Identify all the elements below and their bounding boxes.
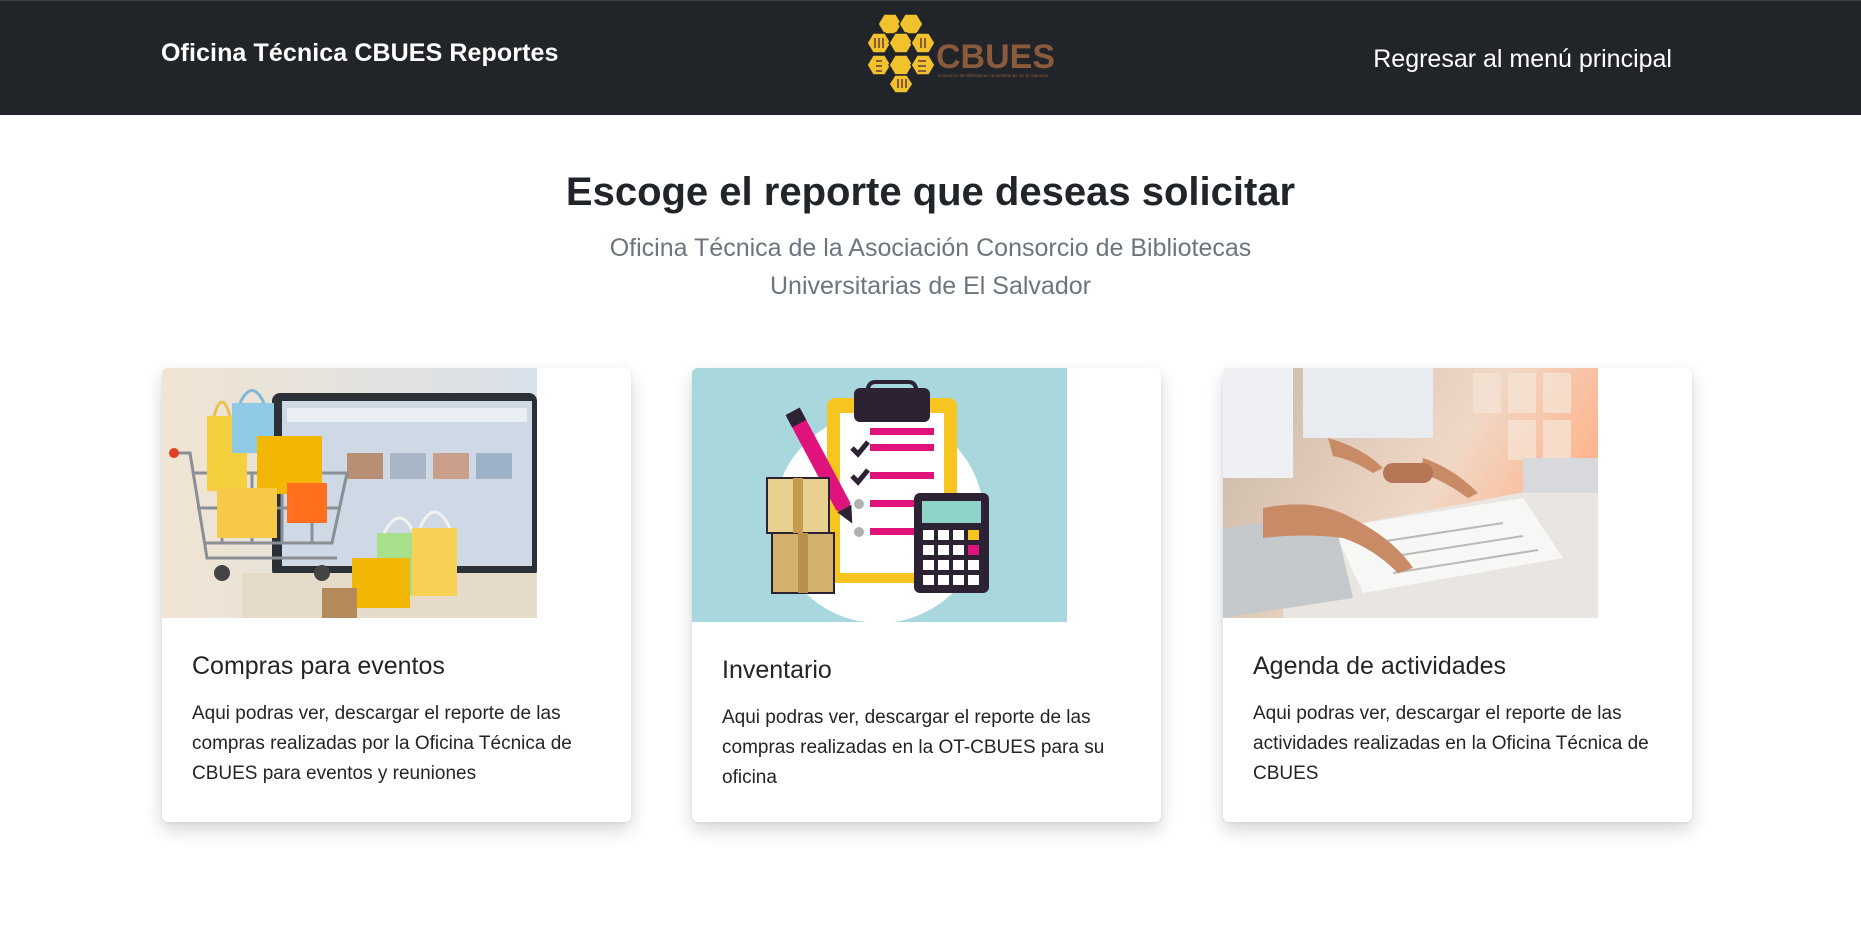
office-meeting-image	[1223, 368, 1598, 618]
report-card-inventario[interactable]: Inventario Aqui podras ver, descargar el…	[692, 368, 1161, 822]
logo-subtext: Consorcio de Bibliotecas Universitarias …	[938, 73, 1049, 78]
page-title: Escoge el reporte que deseas solicitar	[565, 170, 1296, 214]
report-card-compras[interactable]: Compras para eventos Aqui podras ver, de…	[162, 368, 631, 822]
clipboard-inventory-image	[692, 368, 1067, 622]
report-card-agenda[interactable]: Agenda de actividades Aqui podras ver, d…	[1223, 368, 1692, 822]
card-title: Compras para eventos	[192, 652, 445, 680]
card-text: Aqui podras ver, descargar el reporte de…	[722, 707, 1105, 788]
report-cards: Compras para eventos Aqui podras ver, de…	[162, 368, 1692, 822]
cbues-logo[interactable]: CBUES Consorcio de Bibliotecas Universit…	[858, 11, 1064, 95]
page-subtitle: Oficina Técnica de la Asociación Consorc…	[609, 234, 1252, 300]
card-text: Aqui podras ver, descargar el reporte de…	[1253, 703, 1649, 784]
shopping-cart-laptop-image	[162, 368, 537, 618]
logo-text: CBUES	[936, 38, 1055, 76]
card-text: Aqui podras ver, descargar el reporte de…	[192, 703, 572, 784]
hero-section: Escoge el reporte que deseas solicitar O…	[0, 170, 1861, 305]
card-title: Agenda de actividades	[1253, 652, 1506, 680]
navbar-brand[interactable]: Oficina Técnica CBUES Reportes	[161, 39, 559, 68]
back-to-main-menu-link[interactable]: Regresar al menú principal	[1373, 45, 1672, 74]
card-title: Inventario	[722, 656, 832, 684]
top-navbar: Oficina Técnica CBUES Reportes CBUES Con…	[0, 0, 1861, 115]
